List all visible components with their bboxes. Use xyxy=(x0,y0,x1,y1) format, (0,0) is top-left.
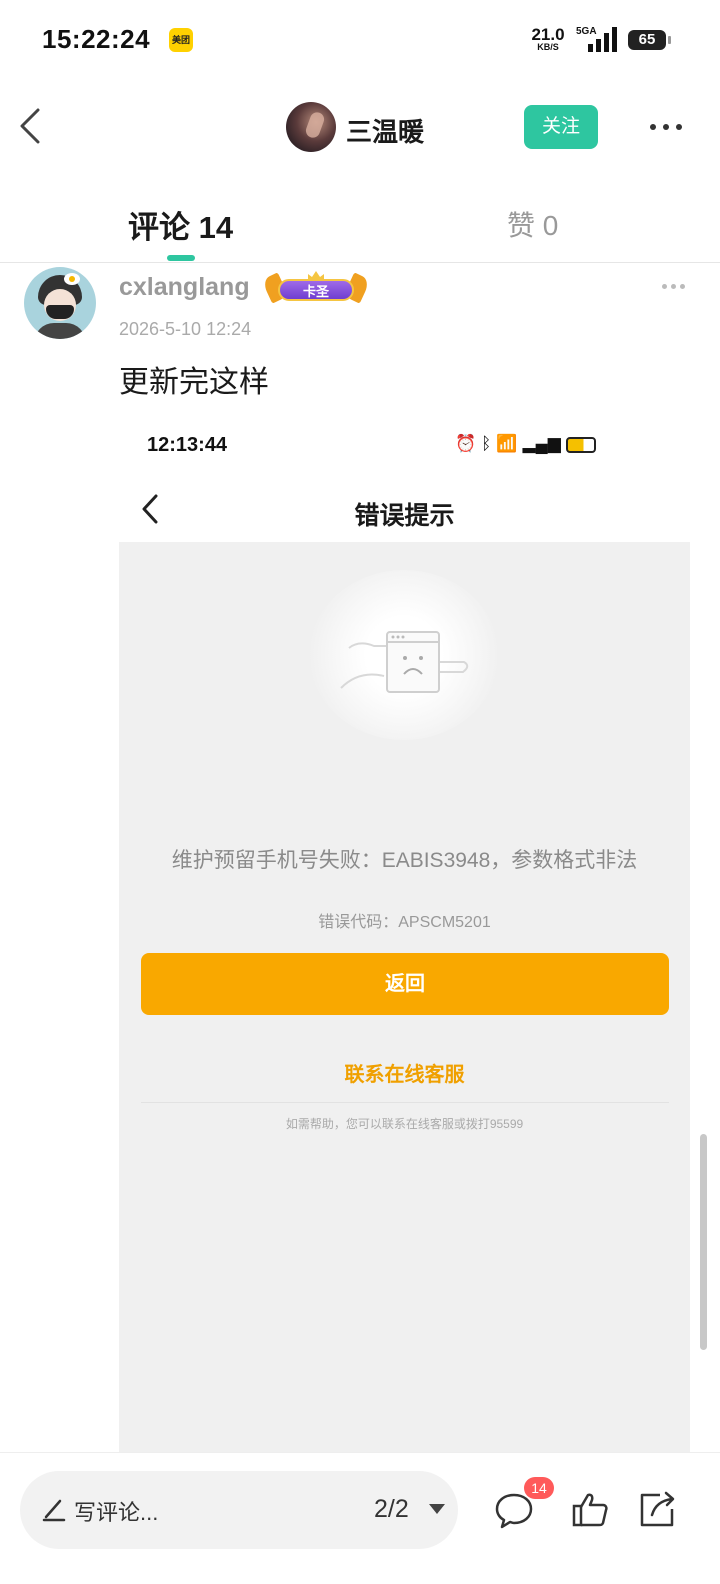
author-avatar[interactable] xyxy=(286,102,336,152)
share-icon[interactable] xyxy=(638,1491,678,1529)
error-code: 错误代码：APSCM5201 xyxy=(318,914,491,931)
net-speed-value: 21.0 xyxy=(531,25,565,44)
embedded-service-link: 联系在线客服 xyxy=(344,1064,465,1086)
page-indicator[interactable]: 2/2 xyxy=(374,1495,409,1524)
help-text: 如需帮助，您可以联系在线客服或拨打95599 xyxy=(285,1117,524,1131)
embedded-battery-icon xyxy=(565,436,596,453)
net-speed-unit: KB/S xyxy=(537,42,559,52)
follow-button[interactable]: 关注 xyxy=(524,105,598,149)
signal-icon: ▂▄▆ xyxy=(522,434,561,453)
commenter-avatar[interactable] xyxy=(24,267,96,339)
embedded-return-button: 返回 xyxy=(141,953,669,1015)
signal-icon xyxy=(588,27,617,52)
level-badge-label: 卡圣 xyxy=(302,284,329,299)
active-tab-indicator xyxy=(167,255,195,261)
status-bar: 15:22:24 美团 21.0 KB/S 5GA 65 xyxy=(0,0,720,80)
comment-more-icon[interactable] xyxy=(662,281,686,291)
comment-placeholder: 写评论... xyxy=(74,1500,159,1525)
caret-down-icon[interactable] xyxy=(428,1503,446,1515)
comment-tabs: 评论 14 赞 0 xyxy=(0,188,720,263)
tab-likes[interactable]: 赞 0 xyxy=(507,204,558,244)
scrollbar[interactable] xyxy=(700,1134,707,1350)
embedded-header: 12:13:44 ⏰ ᛒ 📶 ▂▄▆ 错误提示 xyxy=(119,420,690,542)
level-badge: 卡圣 xyxy=(261,271,371,305)
commenter-username[interactable]: cxlanglang xyxy=(119,273,250,302)
divider xyxy=(141,1102,669,1103)
alarm-icon: ⏰ xyxy=(455,434,477,453)
comment-image[interactable]: 12:13:44 ⏰ ᛒ 📶 ▂▄▆ 错误提示 维护预留手机号失败：EABIS3948… xyxy=(119,420,690,1452)
status-time: 15:22:24 xyxy=(42,24,151,54)
wifi-icon: 📶 xyxy=(496,434,518,453)
embedded-status-time: 12:13:44 xyxy=(147,434,228,456)
comment-text: 更新完这样 xyxy=(119,366,269,399)
author-name[interactable]: 三温暖 xyxy=(346,112,424,149)
thumbs-up-icon[interactable] xyxy=(571,1491,609,1529)
comment-count-badge: 14 xyxy=(524,1477,554,1499)
embedded-status-icons: ⏰ ᛒ 📶 ▂▄▆ xyxy=(455,434,601,454)
battery-icon: 65 xyxy=(628,30,671,50)
more-options-icon[interactable] xyxy=(646,114,686,138)
bottom-bar: 写评论... 2/2 14 xyxy=(0,1452,720,1584)
comment-timestamp: 2026-5-10 12:24 xyxy=(119,319,252,339)
top-header: 三温暖 关注 xyxy=(0,90,720,164)
net-speed: 21.0 KB/S xyxy=(528,26,568,52)
pen-icon xyxy=(42,1499,66,1522)
back-icon[interactable] xyxy=(14,104,50,148)
embedded-title: 错误提示 xyxy=(354,502,455,530)
error-illustration xyxy=(309,570,499,740)
tab-comments[interactable]: 评论 14 xyxy=(128,202,233,247)
write-comment-input[interactable]: 写评论... 2/2 xyxy=(20,1471,458,1549)
error-message: 维护预留手机号失败：EABIS3948，参数格式非法 xyxy=(171,849,638,872)
bluetooth-icon: ᛒ xyxy=(481,434,492,453)
meituan-app-icon: 美团 xyxy=(169,28,193,52)
